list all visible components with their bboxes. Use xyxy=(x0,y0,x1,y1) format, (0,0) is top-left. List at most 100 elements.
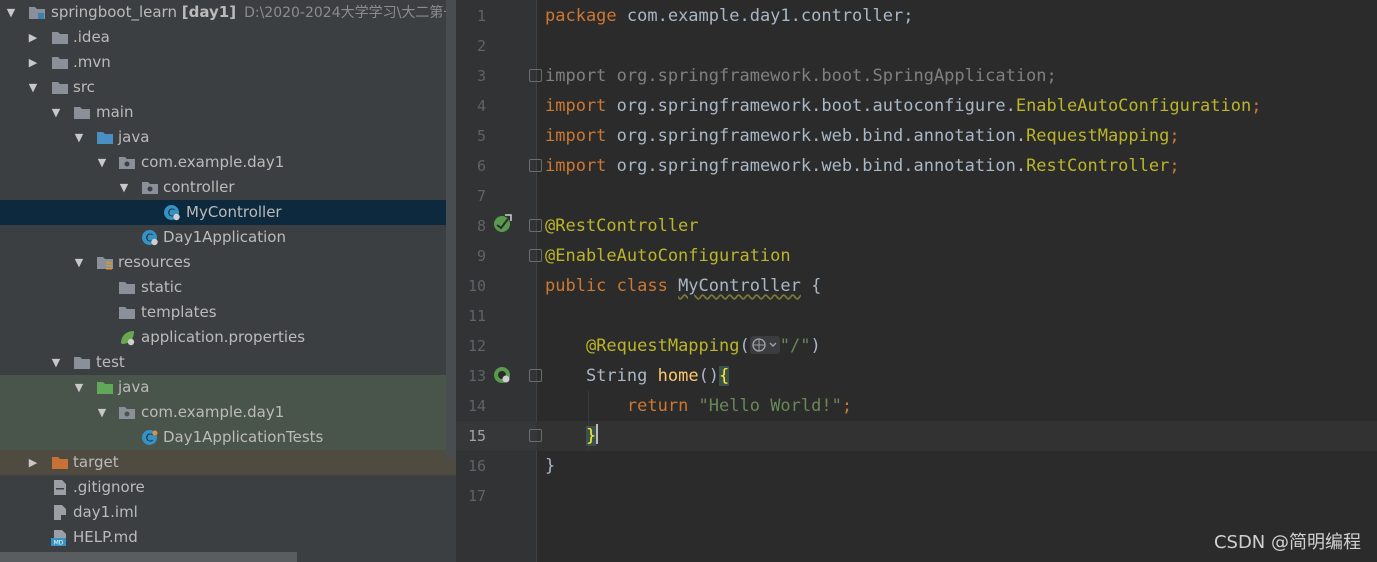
code-line-16[interactable]: } xyxy=(545,451,555,481)
tree-item-target[interactable]: ▶ target xyxy=(0,450,456,475)
tree-item-gitignore[interactable]: .gitignore xyxy=(0,475,456,500)
line-number: 13 xyxy=(467,367,486,385)
chevron-down-icon[interactable]: ▼ xyxy=(4,0,18,25)
tree-item-label: resources xyxy=(118,253,191,271)
line-number: 5 xyxy=(476,127,486,145)
line-number: 4 xyxy=(476,97,486,115)
chevron-down-icon[interactable]: ▼ xyxy=(26,75,40,100)
tree-item-label: .gitignore xyxy=(73,478,145,496)
code-line-9[interactable]: @EnableAutoConfiguration xyxy=(545,241,791,271)
code-line-4[interactable]: import org.springframework.boot.autoconf… xyxy=(545,91,1261,121)
chevron-down-icon[interactable]: ▼ xyxy=(49,350,63,375)
fold-marker[interactable] xyxy=(529,69,542,82)
tree-item-label: test xyxy=(96,353,125,371)
request-mapping-gutter-icon[interactable] xyxy=(492,364,514,386)
tree-item-label: .idea xyxy=(73,28,110,46)
tree-item-label: HELP.md xyxy=(73,528,138,546)
test-class-icon: C xyxy=(142,430,158,445)
folder-icon xyxy=(52,32,68,44)
folder-icon xyxy=(74,107,90,119)
tree-item-mycontroller[interactable]: C MyController xyxy=(0,200,456,225)
code-line-10[interactable]: public class MyController { xyxy=(545,271,821,301)
tree-item-day1application[interactable]: C Day1Application xyxy=(0,225,456,250)
chevron-down-icon[interactable]: ▼ xyxy=(72,250,86,275)
tree-item-src[interactable]: ▼ src xyxy=(0,75,456,100)
tree-item-main[interactable]: ▼ main xyxy=(0,100,456,125)
line-number: 3 xyxy=(476,67,486,85)
tree-item-label: src xyxy=(73,78,95,96)
package-icon xyxy=(119,407,135,419)
svg-text:MD: MD xyxy=(54,540,64,547)
svg-text:C: C xyxy=(146,432,154,445)
chevron-right-icon[interactable]: ▶ xyxy=(26,450,40,475)
line-number: 14 xyxy=(467,397,486,415)
tree-item-templates[interactable]: templates xyxy=(0,300,456,325)
tree-root-label: springboot_learn [day1] D:\2020-2024大学学习\… xyxy=(51,3,456,21)
folder-icon xyxy=(119,282,135,294)
line-number: 1 xyxy=(476,7,486,25)
line-number: 17 xyxy=(467,487,486,505)
code-line-8[interactable]: @RestController xyxy=(545,211,699,241)
chevron-right-icon[interactable]: ▶ xyxy=(26,50,40,75)
markdown-file-icon: MD xyxy=(51,530,66,547)
fold-marker[interactable] xyxy=(529,159,542,172)
tree-item-static[interactable]: static xyxy=(0,275,456,300)
tree-item-test[interactable]: ▼ test xyxy=(0,350,456,375)
code-line-13[interactable]: String home(){ xyxy=(545,361,730,391)
tree-item-resources[interactable]: ▼ resources xyxy=(0,250,456,275)
code-line-5[interactable]: import org.springframework.web.bind.anno… xyxy=(545,121,1180,151)
tree-root-row[interactable]: ▼ springboot_learn [day1] D:\2020-2024大学学… xyxy=(0,0,456,25)
tree-item-label: .mvn xyxy=(73,53,111,71)
line-number-current: 15 xyxy=(467,427,486,445)
chevron-right-icon[interactable]: ▶ xyxy=(26,25,40,50)
line-number: 6 xyxy=(476,157,486,175)
tree-item-package-test[interactable]: ▼ com.example.day1 xyxy=(0,400,456,425)
tree-item-help-md[interactable]: MD HELP.md xyxy=(0,525,456,550)
chevron-down-icon[interactable]: ▼ xyxy=(72,375,86,400)
code-line-14[interactable]: return "Hello World!"; xyxy=(545,391,852,421)
source-folder-icon xyxy=(97,132,113,144)
tree-item-java-main[interactable]: ▼ java xyxy=(0,125,456,150)
chevron-down-icon[interactable]: ▼ xyxy=(95,400,109,425)
tree-item-application-properties[interactable]: application.properties xyxy=(0,325,456,350)
globe-icon[interactable] xyxy=(749,336,780,354)
line-number: 2 xyxy=(476,37,486,55)
package-icon xyxy=(142,182,158,194)
chevron-down-icon[interactable]: ▼ xyxy=(95,150,109,175)
fold-marker[interactable] xyxy=(529,369,542,382)
chevron-down-icon[interactable]: ▼ xyxy=(117,175,131,200)
tree-vertical-scrollbar[interactable] xyxy=(446,0,456,458)
code-line-15[interactable]: } xyxy=(545,421,599,451)
code-line-3[interactable]: import org.springframework.boot.SpringAp… xyxy=(545,61,1057,91)
chevron-down-icon[interactable]: ▼ xyxy=(72,125,86,150)
tree-item-label: MyController xyxy=(186,203,282,221)
code-line-1[interactable]: package com.example.day1.controller; xyxy=(545,1,913,31)
tree-item-mvn[interactable]: ▶ .mvn xyxy=(0,50,456,75)
tree-item-label: application.properties xyxy=(141,328,306,346)
code-line-12[interactable]: @RequestMapping("/") xyxy=(545,331,821,361)
line-number: 16 xyxy=(467,457,486,475)
tree-item-iml[interactable]: day1.iml xyxy=(0,500,456,525)
project-tree-panel: ▼ springboot_learn [day1] D:\2020-2024大学学… xyxy=(0,0,456,562)
tree-item-idea[interactable]: ▶ .idea xyxy=(0,25,456,50)
fold-marker[interactable] xyxy=(529,429,542,442)
tree-item-java-test[interactable]: ▼ java xyxy=(0,375,456,400)
tree-horizontal-scrollbar[interactable] xyxy=(0,552,297,562)
folder-icon xyxy=(52,57,68,69)
spring-bean-gutter-icon[interactable] xyxy=(492,212,514,234)
fold-marker[interactable] xyxy=(529,219,542,232)
tree-item-label: Day1ApplicationTests xyxy=(163,428,324,446)
ignore-file-icon xyxy=(54,480,66,495)
excluded-folder-icon xyxy=(52,457,68,469)
tree-item-label: templates xyxy=(141,303,217,321)
tree-item-label: java xyxy=(118,378,150,396)
tree-item-day1applicationtests[interactable]: C Day1ApplicationTests xyxy=(0,425,456,450)
tree-item-label: main xyxy=(96,103,134,121)
code-line-6[interactable]: import org.springframework.web.bind.anno… xyxy=(545,151,1180,181)
tree-item-controller[interactable]: ▼ controller xyxy=(0,175,456,200)
spring-properties-icon xyxy=(121,331,135,346)
tree-item-package-main[interactable]: ▼ com.example.day1 xyxy=(0,150,456,175)
tree-item-label: target xyxy=(73,453,119,471)
chevron-down-icon[interactable]: ▼ xyxy=(49,100,63,125)
fold-marker[interactable] xyxy=(529,249,542,262)
